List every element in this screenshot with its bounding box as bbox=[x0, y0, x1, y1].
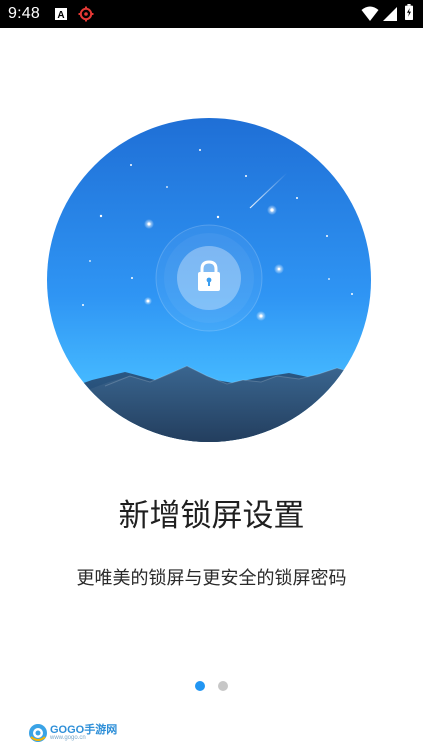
page-dot-inactive[interactable] bbox=[218, 681, 228, 691]
battery-charging-icon bbox=[405, 4, 413, 20]
watermark-subtext: www.gogo.cn bbox=[50, 735, 86, 741]
svg-text:A: A bbox=[57, 10, 64, 21]
onboarding-subtitle: 更唯美的锁屏与更安全的锁屏密码 bbox=[76, 568, 347, 589]
status-time: 9:48 bbox=[8, 5, 40, 22]
signal-icon bbox=[383, 7, 397, 21]
onboarding-title: 新增锁屏设置 bbox=[118, 498, 305, 534]
wifi-icon bbox=[361, 6, 379, 21]
settings-gear-icon bbox=[78, 6, 94, 22]
text-a-icon: A bbox=[55, 8, 67, 21]
page-dot-active[interactable] bbox=[195, 681, 205, 691]
watermark-globe-icon bbox=[29, 724, 47, 742]
status-bar: 9:48 A bbox=[0, 0, 423, 28]
padlock-icon bbox=[177, 246, 241, 310]
